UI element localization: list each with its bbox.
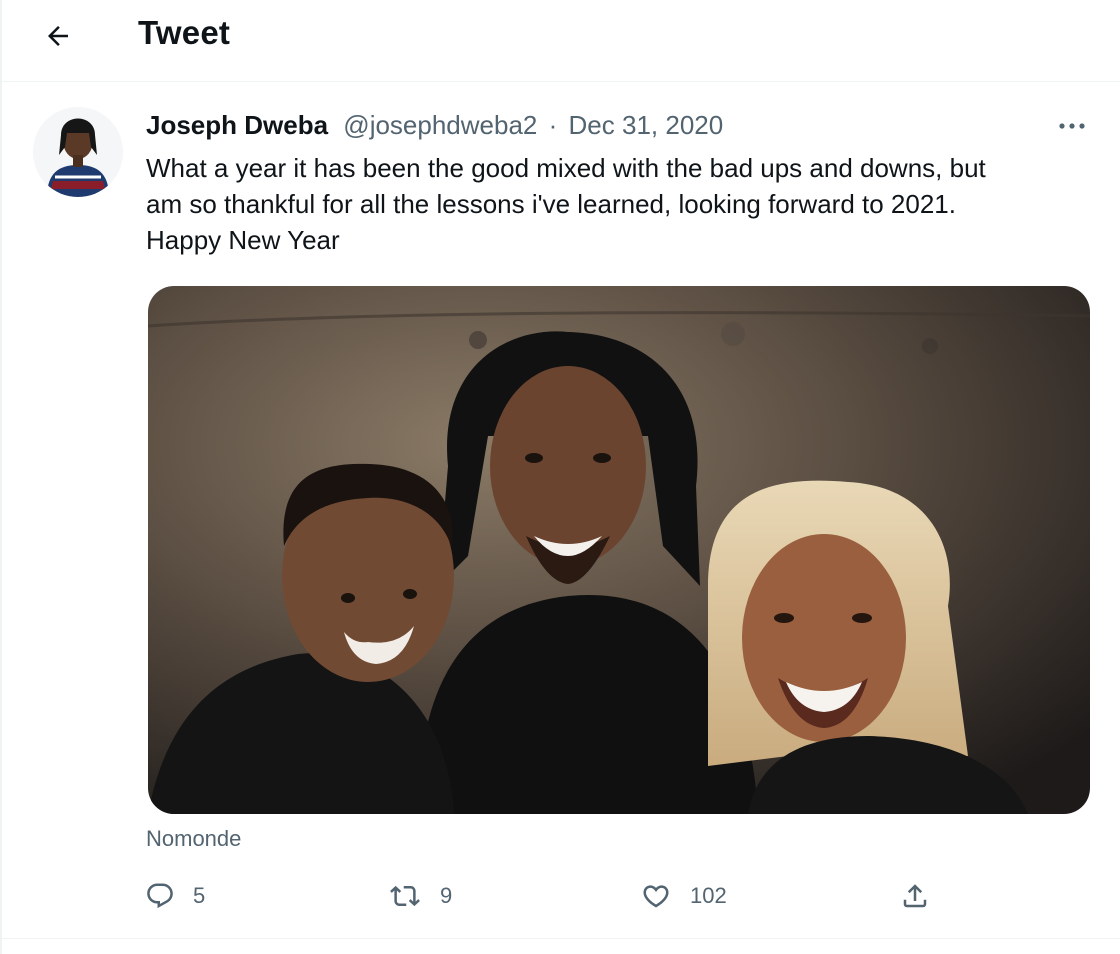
reply-count: 5 <box>193 883 206 908</box>
family-photo-image <box>148 286 1090 814</box>
frame-border <box>0 0 2 954</box>
media-tag[interactable]: Nomonde <box>146 826 241 852</box>
retweet-icon <box>390 885 420 907</box>
more-button[interactable] <box>1050 112 1094 140</box>
back-button[interactable] <box>36 14 80 58</box>
avatar-image <box>33 107 123 197</box>
page-title: Tweet <box>138 14 231 51</box>
tweet-text-line: am so thankful for all the lessons i've … <box>146 189 956 219</box>
author-name[interactable]: Joseph Dweba <box>146 110 328 140</box>
tweet-text-line: What a year it has been the good mixed w… <box>146 153 986 183</box>
like-button[interactable]: 102 <box>640 876 727 916</box>
tweet-text-line: Happy New Year <box>146 225 340 255</box>
tweet-photo[interactable] <box>148 286 1090 814</box>
reply-button[interactable]: 5 <box>145 876 205 916</box>
page-header: Tweet <box>0 0 1120 82</box>
share-icon <box>903 884 927 908</box>
author-handle[interactable]: @josephdweba2 <box>343 110 537 140</box>
like-count: 102 <box>690 883 727 908</box>
divider <box>0 938 1120 939</box>
retweet-button[interactable]: 9 <box>388 876 452 916</box>
tweet-meta: Joseph Dweba @josephdweba2 · Dec 31, 202… <box>146 110 723 141</box>
tweet-date[interactable]: Dec 31, 2020 <box>569 110 724 140</box>
avatar[interactable] <box>33 107 123 197</box>
arrow-left-icon <box>48 26 68 46</box>
like-icon <box>643 885 669 908</box>
share-button[interactable] <box>900 876 930 916</box>
reply-icon <box>147 883 173 909</box>
tweet-text: What a year it has been the good mixed w… <box>146 150 1076 258</box>
meta-separator: · <box>548 110 558 140</box>
more-horizontal-icon <box>1059 123 1085 129</box>
retweet-count: 9 <box>440 883 453 908</box>
